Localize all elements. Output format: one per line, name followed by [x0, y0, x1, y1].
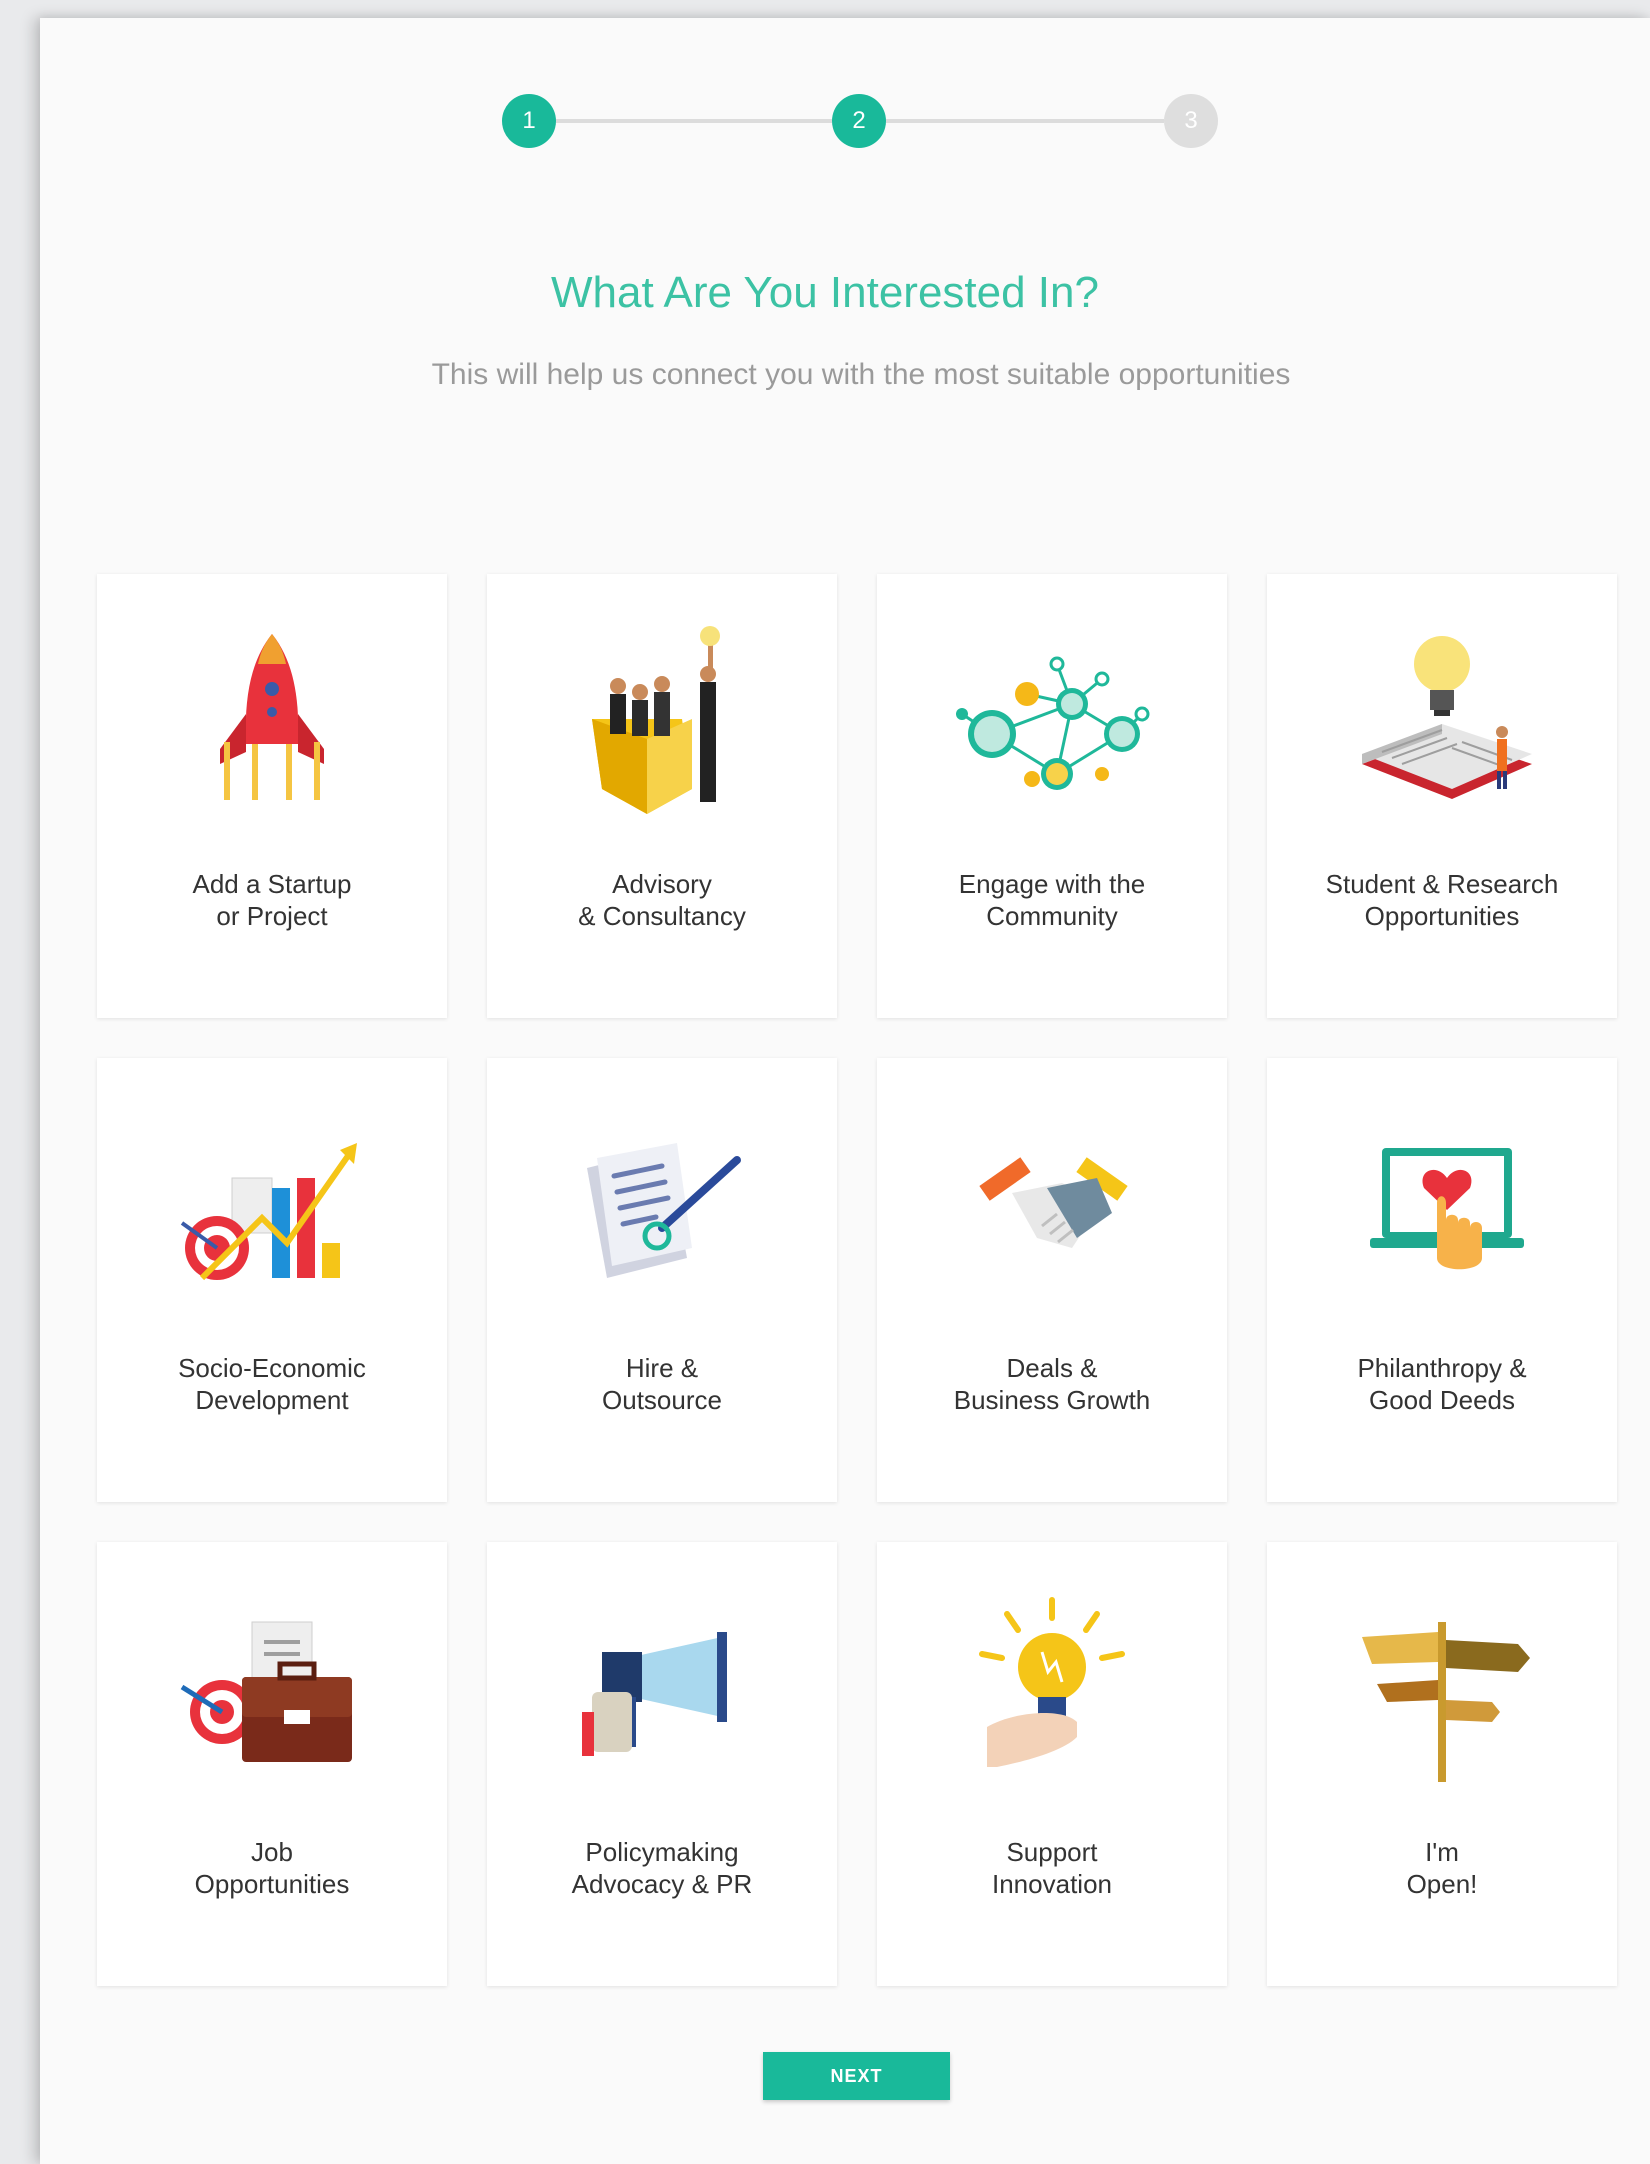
- hand-lightbulb-icon: [979, 1597, 1125, 1767]
- megaphone-icon: [582, 1632, 727, 1756]
- card-label: Add a Startup or Project: [192, 869, 352, 931]
- step-3-indicator: 3: [1164, 94, 1218, 148]
- rocket-icon: [220, 634, 324, 800]
- card-label: Deals & Business Growth: [953, 1353, 1151, 1415]
- contract-pen-icon: [587, 1143, 741, 1278]
- interest-card-advisory[interactable]: Advisory & Consultancy: [487, 574, 837, 1018]
- card-label: Hire & Outsource: [602, 1353, 722, 1415]
- business-team-box-icon: [592, 626, 720, 814]
- signpost-icon: [1362, 1622, 1530, 1782]
- interest-card-startup[interactable]: Add a Startup or Project: [97, 574, 447, 1018]
- interest-card-innovation[interactable]: Support Innovation: [877, 1542, 1227, 1986]
- page-title: What Are You Interested In?: [551, 268, 1099, 317]
- growth-chart-icon: [180, 1143, 357, 1281]
- stepper-connector-1: [556, 119, 832, 123]
- card-label: Student & Research Opportunities: [1325, 869, 1559, 931]
- stepper-connector-2: [886, 119, 1164, 123]
- card-label: Support Innovation: [992, 1837, 1112, 1899]
- interest-card-philanthropy[interactable]: Philanthropy & Good Deeds: [1267, 1058, 1617, 1502]
- book-lightbulb-icon: [1362, 636, 1532, 799]
- card-label: Job Opportunities: [194, 1837, 350, 1899]
- interest-card-deals[interactable]: Deals & Business Growth: [877, 1058, 1227, 1502]
- page-subtitle: This will help us connect you with the m…: [431, 358, 1291, 391]
- network-icon: [956, 656, 1150, 790]
- card-label: Engage with the Community: [958, 869, 1146, 931]
- interest-card-socio-economic[interactable]: Socio-Economic Development: [97, 1058, 447, 1502]
- interest-card-policymaking[interactable]: Policymaking Advocacy & PR: [487, 1542, 837, 1986]
- card-label: Advisory & Consultancy: [578, 869, 746, 931]
- card-label: I'm Open!: [1406, 1837, 1478, 1899]
- card-label: Socio-Economic Development: [178, 1353, 366, 1415]
- interest-card-community[interactable]: Engage with the Community: [877, 574, 1227, 1018]
- interest-card-hire[interactable]: Hire & Outsource: [487, 1058, 837, 1502]
- card-label: Policymaking Advocacy & PR: [571, 1837, 753, 1899]
- progress-stepper: 1 2 3: [502, 94, 1218, 148]
- interest-card-open[interactable]: I'm Open!: [1267, 1542, 1617, 1986]
- laptop-heart-icon: [1370, 1148, 1524, 1270]
- handshake-icon: [979, 1157, 1128, 1248]
- card-label: Philanthropy & Good Deeds: [1357, 1353, 1527, 1415]
- interest-card-jobs[interactable]: Job Opportunities: [97, 1542, 447, 1986]
- briefcase-target-icon: [180, 1621, 352, 1762]
- interest-card-student[interactable]: Student & Research Opportunities: [1267, 574, 1617, 1018]
- next-button[interactable]: NEXT: [763, 2052, 950, 2100]
- step-1-indicator[interactable]: 1: [502, 94, 556, 148]
- step-2-indicator[interactable]: 2: [832, 94, 886, 148]
